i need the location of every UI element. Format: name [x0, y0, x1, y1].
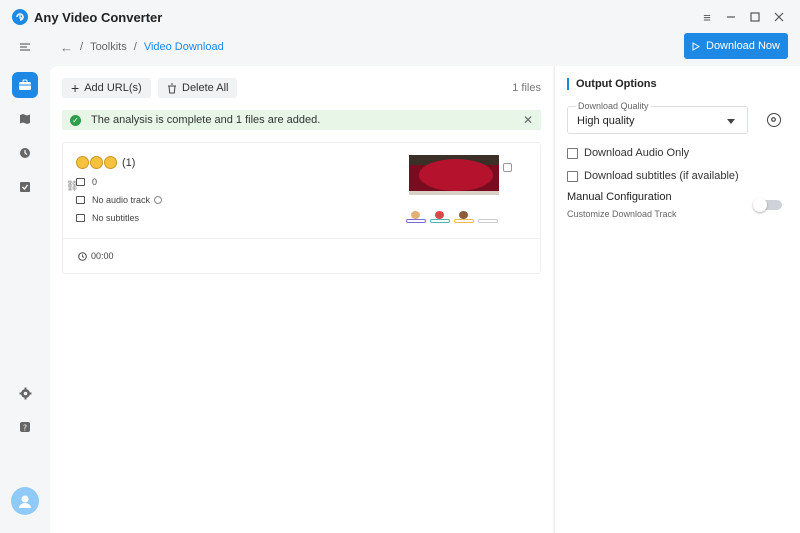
app-logo-icon — [12, 9, 28, 25]
delete-all-button[interactable]: Delete All — [158, 78, 238, 98]
quality-select[interactable]: Download Quality High quality — [567, 101, 748, 134]
reaction-chips — [406, 211, 498, 225]
breadcrumb-separator: / — [80, 41, 84, 53]
emoji-icon — [76, 156, 89, 169]
minimize-icon[interactable] — [722, 8, 740, 26]
audio-only-label: Download Audio Only — [584, 147, 690, 159]
quality-label: Download Quality — [576, 101, 651, 111]
audio-only-checkbox[interactable] — [567, 147, 578, 159]
check-circle-icon: ✓ — [70, 114, 81, 126]
manual-config-title: Manual Configuration — [567, 191, 672, 203]
file-card[interactable]: (1) ⛓ 0 No audio track No subtitles 00:0… — [62, 142, 541, 274]
info-icon[interactable] — [154, 196, 163, 204]
toolkit-icon[interactable] — [12, 72, 38, 98]
avatar-icon[interactable] — [11, 487, 39, 515]
maximize-icon[interactable] — [746, 8, 764, 26]
breadcrumb-toolkits[interactable]: Toolkits — [90, 41, 127, 53]
main-panel: + Add URL(s) Delete All 1 files ✓ The an… — [50, 66, 553, 533]
trash-icon — [168, 83, 176, 93]
emoji-icon — [90, 156, 103, 169]
chip-icon — [430, 211, 450, 225]
close-icon[interactable] — [770, 8, 788, 26]
sidebar: ? — [0, 34, 50, 533]
library-icon[interactable] — [12, 106, 38, 132]
file-title-suffix: (1) — [122, 156, 136, 169]
add-url-button[interactable]: + Add URL(s) — [62, 78, 151, 98]
settings-icon[interactable] — [12, 380, 38, 406]
duration: 00:00 — [78, 251, 114, 261]
plus-icon: + — [71, 80, 80, 96]
video-track-row: 0 — [76, 177, 97, 187]
preview-icon[interactable] — [503, 163, 512, 172]
video-icon — [76, 178, 85, 186]
subtitle-icon — [76, 214, 85, 222]
toggle-knob — [753, 198, 767, 212]
help-icon[interactable]: ? — [12, 414, 38, 440]
title-bar: Any Video Converter ≡ — [0, 0, 800, 34]
notice-text: The analysis is complete and 1 files are… — [91, 114, 321, 126]
audio-track-text: No audio track — [92, 195, 151, 205]
emoji-icon — [104, 156, 117, 169]
app-title: Any Video Converter — [34, 10, 163, 25]
output-options-title: Output Options — [567, 78, 657, 90]
tasks-icon[interactable] — [12, 174, 38, 200]
duration-value: 00:00 — [91, 251, 114, 261]
subtitles-option[interactable]: Download subtitles (if available) — [567, 170, 739, 182]
svg-text:?: ? — [23, 424, 27, 433]
chip-icon — [406, 211, 426, 225]
success-notice: ✓ The analysis is complete and 1 files a… — [62, 110, 541, 130]
quality-value: High quality — [577, 115, 635, 127]
chip-icon — [454, 211, 474, 225]
hamburger-icon[interactable]: ≡ — [698, 8, 716, 26]
menu-icon[interactable] — [12, 34, 38, 60]
subtitle-row[interactable]: No subtitles — [76, 213, 139, 223]
subtitle-text: No subtitles — [92, 213, 140, 223]
file-count: 1 files — [512, 82, 541, 94]
audio-only-option[interactable]: Download Audio Only — [567, 147, 689, 159]
caret-down-icon — [727, 119, 735, 124]
subtitles-checkbox[interactable] — [567, 170, 578, 182]
file-title: (1) — [76, 156, 135, 169]
quality-settings-icon[interactable] — [767, 113, 781, 127]
card-divider — [63, 238, 540, 239]
history-icon[interactable] — [12, 140, 38, 166]
audio-track-row[interactable]: No audio track — [76, 195, 163, 205]
breadcrumb-current: Video Download — [143, 41, 224, 53]
manual-config-toggle[interactable] — [753, 198, 782, 212]
breadcrumb-separator: / — [133, 41, 137, 53]
chip-icon — [478, 211, 498, 225]
close-notice-icon[interactable]: ✕ — [523, 113, 533, 127]
download-now-label: Download Now — [706, 40, 780, 52]
clock-icon — [78, 251, 87, 261]
video-track-count: 0 — [92, 177, 98, 187]
add-url-label: Add URL(s) — [84, 82, 142, 94]
audio-icon — [76, 196, 85, 204]
delete-all-label: Delete All — [182, 82, 229, 94]
video-thumbnail[interactable] — [409, 155, 499, 195]
play-icon — [692, 41, 700, 51]
breadcrumb: ← / Toolkits / Video Download — [60, 38, 224, 56]
output-options-panel: Output Options Download Quality High qua… — [554, 66, 800, 533]
download-now-button[interactable]: Download Now — [684, 33, 788, 59]
back-arrow-icon[interactable]: ← — [60, 40, 73, 55]
manual-config-subtitle: Customize Download Track — [567, 209, 677, 219]
subtitles-label: Download subtitles (if available) — [584, 170, 739, 182]
